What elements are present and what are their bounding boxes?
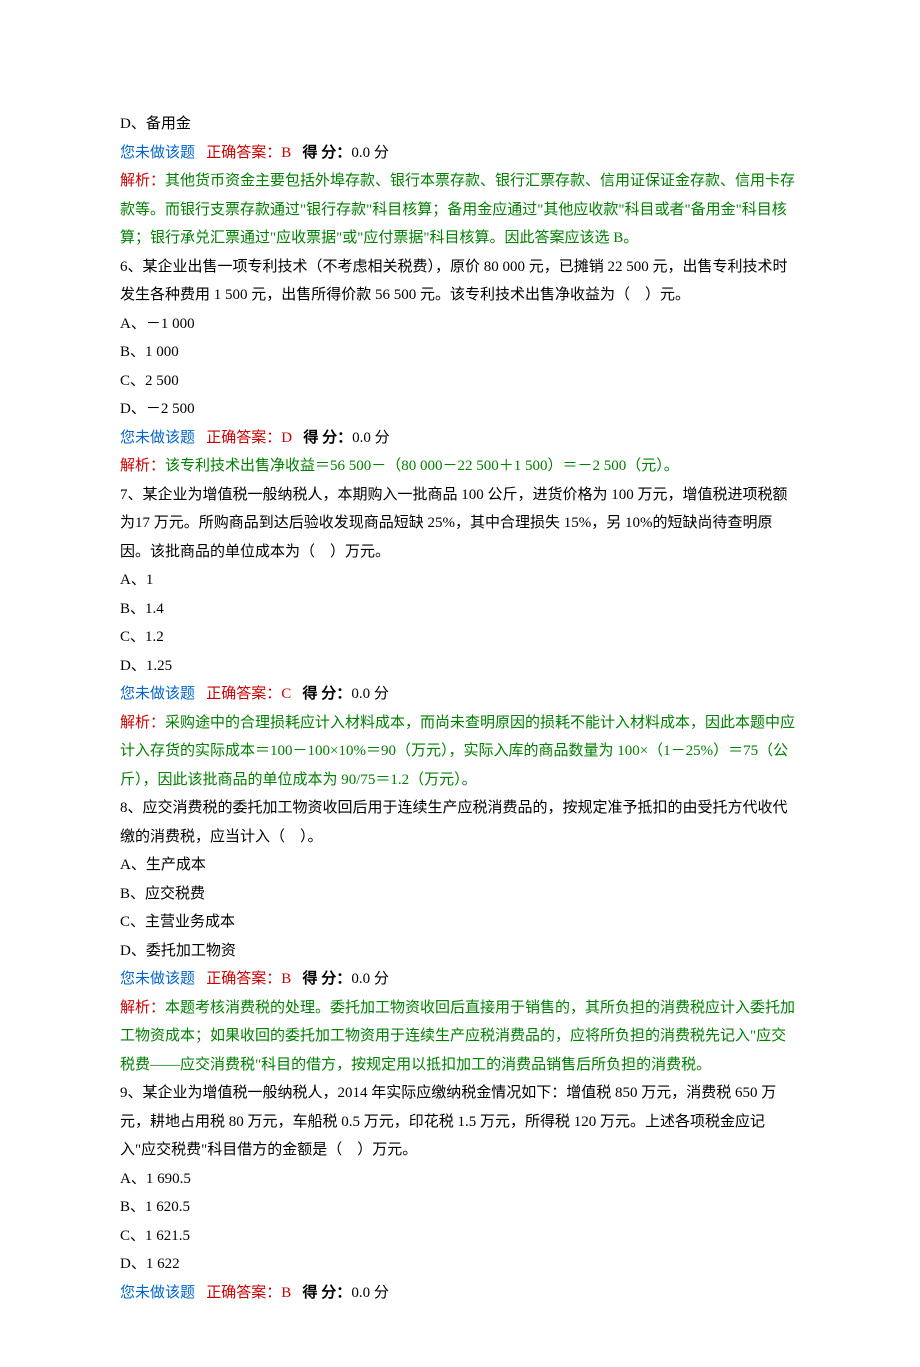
explain-label: 解析：	[120, 715, 165, 731]
explain-text: 采购途中的合理损耗应计入材料成本，而尚未查明原因的损耗不能计入材料成本，因此本题…	[120, 715, 795, 788]
question-8: 8、应交消费税的委托加工物资收回后用于连续生产应税消费品的，按规定准予抵扣的由受…	[120, 794, 800, 1079]
score-label: 得 分：	[303, 1285, 352, 1301]
explain-text: 本题考核消费税的处理。委托加工物资收回后直接用于销售的，其所负担的消费税应计入委…	[120, 1000, 795, 1073]
option-d: D、委托加工物资	[120, 937, 800, 966]
explain-text: 该专利技术出售净收益＝56 500－（80 000－22 500＋1 500）＝…	[165, 458, 679, 474]
option-a: A、1 690.5	[120, 1165, 800, 1194]
explanation: 解析：该专利技术出售净收益＝56 500－（80 000－22 500＋1 50…	[120, 458, 679, 474]
option-b: B、应交税费	[120, 880, 800, 909]
option-a: A、1	[120, 566, 800, 595]
question-stem: 8、应交消费税的委托加工物资收回后用于连续生产应税消费品的，按规定准予抵扣的由受…	[120, 800, 788, 845]
option-a: A、－1 000	[120, 310, 800, 339]
not-answered-text: 您未做该题	[120, 430, 195, 446]
explanation: 解析：其他货币资金主要包括外埠存款、银行本票存款、银行汇票存款、信用证保证金存款…	[120, 173, 795, 246]
option-d: D、－2 500	[120, 395, 800, 424]
explain-label: 解析：	[120, 458, 165, 474]
question-stem: 7、某企业为增值税一般纳税人，本期购入一批商品 100 公斤，进货价格为 100…	[120, 487, 788, 560]
correct-answer-label: 正确答案：D	[206, 430, 292, 446]
option-b: B、1 620.5	[120, 1193, 800, 1222]
option-b: B、1.4	[120, 595, 800, 624]
option-c: C、2 500	[120, 367, 800, 396]
score-suffix: 分	[370, 971, 389, 987]
not-answered-text: 您未做该题	[120, 145, 195, 161]
correct-answer-label: 正确答案：C	[206, 686, 291, 702]
correct-answer-label: 正确答案：B	[206, 1285, 291, 1301]
not-answered-text: 您未做该题	[120, 686, 195, 702]
explain-label: 解析：	[120, 173, 165, 189]
option-b: B、1 000	[120, 338, 800, 367]
score-label: 得 分：	[303, 145, 352, 161]
explanation: 解析：采购途中的合理损耗应计入材料成本，而尚未查明原因的损耗不能计入材料成本，因…	[120, 715, 795, 788]
score-value: 0.0	[351, 145, 370, 161]
option-c: C、1 621.5	[120, 1222, 800, 1251]
question-7: 7、某企业为增值税一般纳税人，本期购入一批商品 100 公斤，进货价格为 100…	[120, 481, 800, 795]
question-6: 6、某企业出售一项专利技术（不考虑相关税费），原价 80 000 元，已摊销 2…	[120, 253, 800, 481]
score-value: 0.0	[352, 430, 371, 446]
score-suffix: 分	[370, 145, 389, 161]
option-d: D、备用金	[120, 110, 800, 139]
answer-status-line: 您未做该题 正确答案：D 得 分：0.0 分	[120, 424, 800, 453]
explain-text: 其他货币资金主要包括外埠存款、银行本票存款、银行汇票存款、信用证保证金存款、信用…	[120, 173, 795, 246]
option-c: C、1.2	[120, 623, 800, 652]
score-label: 得 分：	[303, 971, 352, 987]
score-value: 0.0	[351, 686, 370, 702]
not-answered-text: 您未做该题	[120, 971, 195, 987]
not-answered-text: 您未做该题	[120, 1285, 195, 1301]
explain-label: 解析：	[120, 1000, 165, 1016]
score-suffix: 分	[370, 686, 389, 702]
question-stem: 6、某企业出售一项专利技术（不考虑相关税费），原价 80 000 元，已摊销 2…	[120, 259, 788, 304]
question-9: 9、某企业为增值税一般纳税人，2014 年实际应缴纳税金情况如下：增值税 850…	[120, 1079, 800, 1307]
option-a: A、生产成本	[120, 851, 800, 880]
correct-answer-label: 正确答案：B	[206, 971, 291, 987]
score-label: 得 分：	[303, 430, 352, 446]
score-suffix: 分	[370, 1285, 389, 1301]
score-label: 得 分：	[303, 686, 352, 702]
score-value: 0.0	[351, 1285, 370, 1301]
answer-status-line: 您未做该题 正确答案：B 得 分：0.0 分	[120, 139, 800, 168]
option-c: C、主营业务成本	[120, 908, 800, 937]
question-stem: 9、某企业为增值税一般纳税人，2014 年实际应缴纳税金情况如下：增值税 850…	[120, 1085, 776, 1158]
option-d: D、1.25	[120, 652, 800, 681]
explanation: 解析：本题考核消费税的处理。委托加工物资收回后直接用于销售的，其所负担的消费税应…	[120, 1000, 795, 1073]
question-5-tail: D、备用金 您未做该题 正确答案：B 得 分：0.0 分 解析：其他货币资金主要…	[120, 110, 800, 253]
answer-status-line: 您未做该题 正确答案：C 得 分：0.0 分	[120, 680, 800, 709]
answer-status-line: 您未做该题 正确答案：B 得 分：0.0 分	[120, 965, 800, 994]
correct-answer-label: 正确答案：B	[206, 145, 291, 161]
score-suffix: 分	[371, 430, 390, 446]
option-d: D、1 622	[120, 1250, 800, 1279]
answer-status-line: 您未做该题 正确答案：B 得 分：0.0 分	[120, 1279, 800, 1308]
score-value: 0.0	[351, 971, 370, 987]
